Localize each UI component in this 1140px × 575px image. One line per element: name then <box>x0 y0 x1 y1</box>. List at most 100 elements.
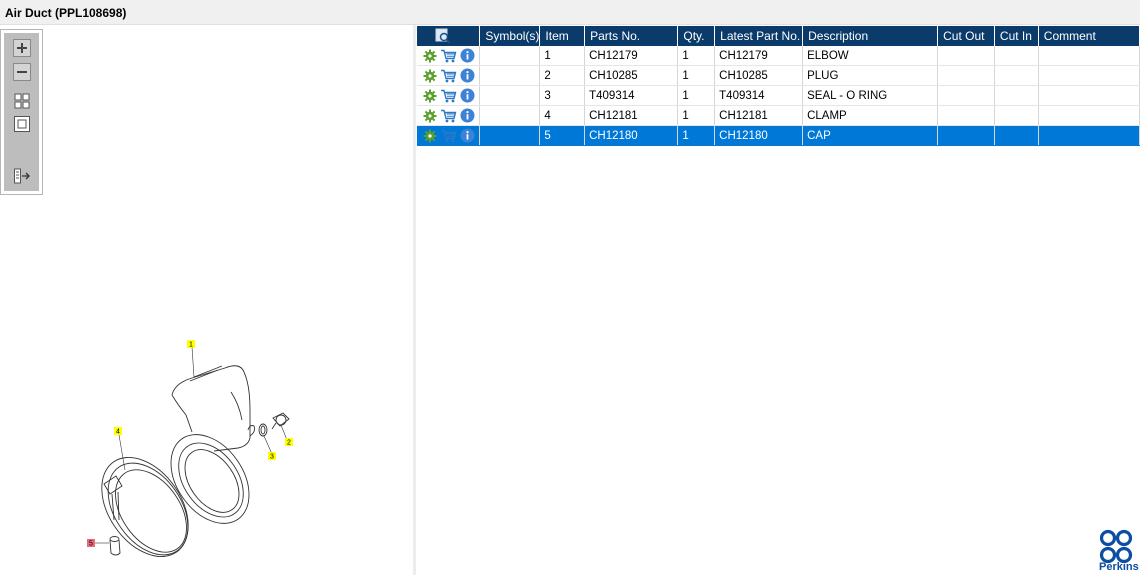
title-bar: Air Duct (PPL108698) <box>0 0 1140 25</box>
column-qty[interactable]: Qty. <box>677 26 716 46</box>
window-title: Air Duct (PPL108698) <box>5 6 127 20</box>
cell-description: CLAMP <box>802 105 939 126</box>
settings-gear-icon[interactable] <box>423 109 437 123</box>
cell-parts-no: CH10285 <box>584 65 679 86</box>
zoom-out-icon[interactable] <box>13 63 31 81</box>
table-row[interactable]: 3 T409314 1 T409314 SEAL - O RING <box>417 85 1140 106</box>
cell-cut-in <box>994 46 1039 66</box>
plug-part <box>258 412 290 437</box>
cell-symbols <box>479 65 541 86</box>
column-actions[interactable] <box>417 26 481 46</box>
cell-item: 4 <box>539 105 586 126</box>
parts-table: Symbol(s) Item Parts No. Qty. Latest Par… <box>417 26 1140 146</box>
info-icon[interactable] <box>460 68 475 83</box>
info-icon[interactable] <box>460 88 475 103</box>
cell-cut-out <box>937 46 995 66</box>
cap-part <box>109 536 121 556</box>
cell-qty: 1 <box>677 105 716 126</box>
column-item[interactable]: Item <box>539 26 586 46</box>
cell-qty: 1 <box>677 85 716 106</box>
table-row[interactable]: 1 CH12179 1 CH12179 ELBOW <box>417 46 1140 66</box>
clamp-part <box>101 456 189 558</box>
cell-cut-out <box>937 105 995 126</box>
viewer-toolbox <box>0 29 43 195</box>
cell-symbols <box>479 105 541 126</box>
cell-description: PLUG <box>802 65 939 86</box>
callout-4[interactable]: 4 <box>116 429 120 436</box>
cell-parts-no: CH12181 <box>584 105 679 126</box>
cell-item: 2 <box>539 65 586 86</box>
cell-cut-in <box>994 65 1039 86</box>
cell-symbols <box>479 46 541 66</box>
diagram-pane[interactable]: 1 2 3 4 5 <box>0 25 413 575</box>
row-actions <box>417 125 481 146</box>
cart-icon[interactable] <box>440 89 457 103</box>
info-icon[interactable] <box>460 108 475 123</box>
cell-description: ELBOW <box>802 46 939 66</box>
cell-parts-no: T409314 <box>584 85 679 106</box>
info-icon[interactable] <box>460 48 475 63</box>
column-parts-no[interactable]: Parts No. <box>584 26 679 46</box>
column-cut-in[interactable]: Cut In <box>994 26 1039 46</box>
parts-list-pane: Symbol(s) Item Parts No. Qty. Latest Par… <box>416 25 1140 575</box>
leader-lines <box>95 346 288 544</box>
cell-latest: CH12179 <box>714 46 804 66</box>
row-actions <box>417 105 481 126</box>
cart-icon[interactable] <box>440 129 457 143</box>
settings-gear-icon[interactable] <box>423 89 437 103</box>
column-description[interactable]: Description <box>802 26 939 46</box>
cell-comment <box>1038 105 1140 126</box>
column-latest-part-no[interactable]: Latest Part No. <box>714 26 804 46</box>
cell-cut-out <box>937 65 995 86</box>
fit-view-icon[interactable] <box>13 115 31 133</box>
cart-icon[interactable] <box>440 69 457 83</box>
table-row[interactable]: 5 CH12180 1 CH12180 CAP <box>417 125 1140 146</box>
table-row[interactable]: 2 CH10285 1 CH10285 PLUG <box>417 65 1140 86</box>
grid-view-icon[interactable] <box>13 92 31 110</box>
cell-cut-in <box>994 85 1039 106</box>
cell-comment <box>1038 125 1140 146</box>
cell-qty: 1 <box>677 125 716 146</box>
cell-latest: CH10285 <box>714 65 804 86</box>
column-cut-out[interactable]: Cut Out <box>937 26 995 46</box>
cell-cut-out <box>937 125 995 146</box>
settings-gear-icon[interactable] <box>423 49 437 63</box>
settings-gear-icon[interactable] <box>423 129 437 143</box>
table-header: Symbol(s) Item Parts No. Qty. Latest Par… <box>417 26 1140 46</box>
zoom-in-icon[interactable] <box>13 39 31 57</box>
toggle-panel-icon[interactable] <box>13 167 31 185</box>
cell-item: 1 <box>539 46 586 66</box>
cell-qty: 1 <box>677 65 716 86</box>
find-icon[interactable] <box>435 28 451 44</box>
callout-1[interactable]: 1 <box>189 342 193 349</box>
cell-cut-in <box>994 105 1039 126</box>
brand-name: Perkins <box>1099 561 1139 573</box>
cell-cut-in <box>994 125 1039 146</box>
cell-comment <box>1038 46 1140 66</box>
cell-latest: CH12181 <box>714 105 804 126</box>
cell-comment <box>1038 65 1140 86</box>
cell-item: 3 <box>539 85 586 106</box>
column-comment[interactable]: Comment <box>1038 26 1140 46</box>
callout-2[interactable]: 2 <box>287 440 291 447</box>
table-row[interactable]: 4 CH12181 1 CH12181 CLAMP <box>417 105 1140 126</box>
cart-icon[interactable] <box>440 49 457 63</box>
cell-item: 5 <box>539 125 586 146</box>
row-actions <box>417 85 481 106</box>
cell-symbols <box>479 85 541 106</box>
cell-comment <box>1038 85 1140 106</box>
elbow-part <box>170 365 255 524</box>
info-icon[interactable] <box>460 128 475 143</box>
cell-symbols <box>479 125 541 146</box>
cell-description: CAP <box>802 125 939 146</box>
cell-description: SEAL - O RING <box>802 85 939 106</box>
settings-gear-icon[interactable] <box>423 69 437 83</box>
cart-icon[interactable] <box>440 109 457 123</box>
column-symbols[interactable]: Symbol(s) <box>479 26 541 46</box>
cell-latest: CH12180 <box>714 125 804 146</box>
callout-5[interactable]: 5 <box>89 541 93 548</box>
cell-parts-no: CH12180 <box>584 125 679 146</box>
callout-3[interactable]: 3 <box>270 454 274 461</box>
row-actions <box>417 65 481 86</box>
cell-latest: T409314 <box>714 85 804 106</box>
